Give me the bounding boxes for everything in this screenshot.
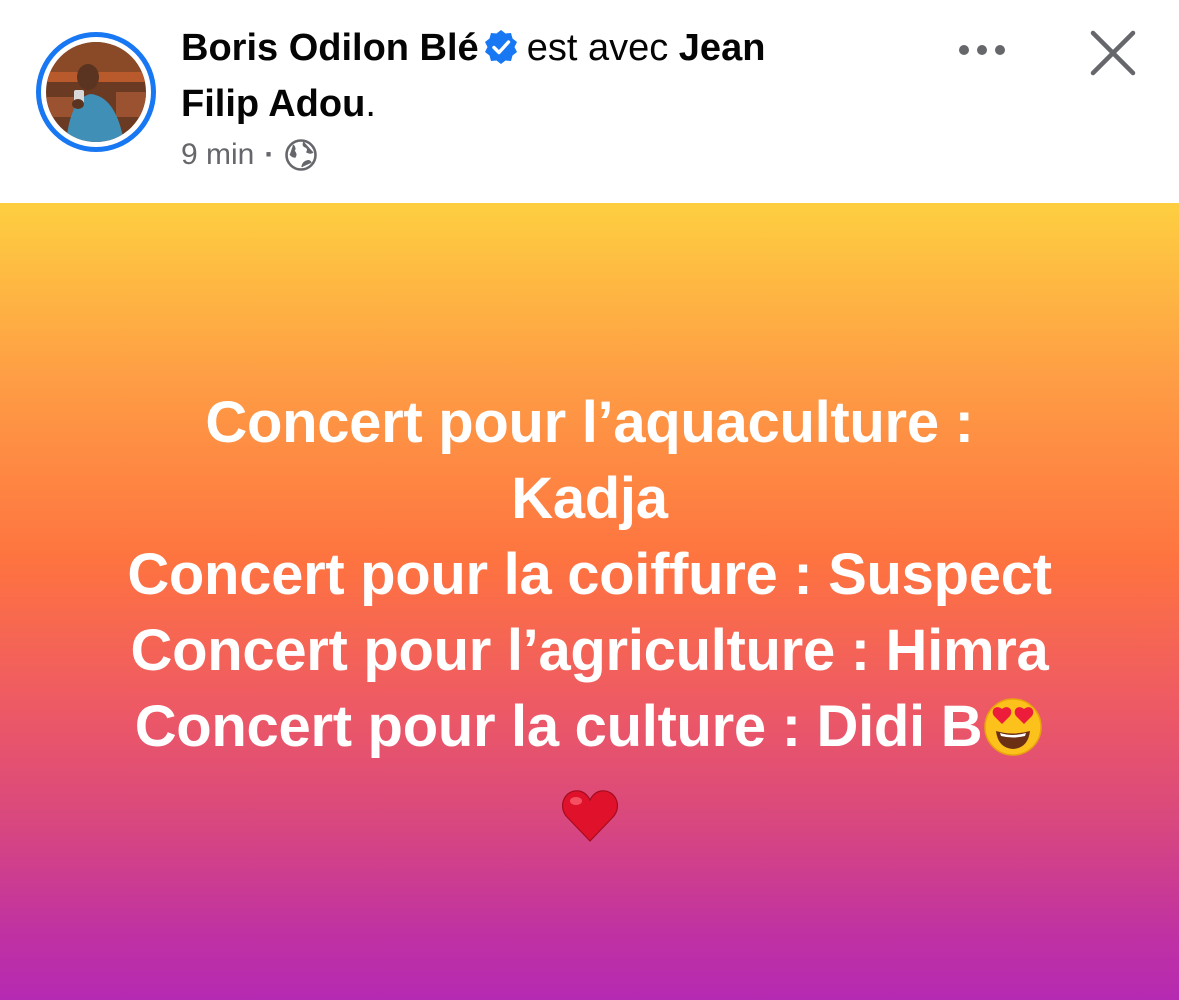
period-text: .	[365, 83, 376, 125]
globe-icon[interactable]	[284, 138, 318, 172]
author-line: Boris Odilon Blé est avec Jean Filip Adou.	[181, 20, 881, 132]
post-background: Concert pour l’aquaculture : Kadja Conce…	[0, 203, 1179, 1000]
facebook-post: Boris Odilon Blé est avec Jean Filip Adou.…	[0, 0, 1179, 1000]
post-line-6	[40, 777, 1139, 865]
tagged-name-part1[interactable]: Jean	[679, 27, 766, 69]
meta-separator: ·	[264, 138, 275, 171]
verified-badge-icon	[483, 25, 519, 64]
close-button[interactable]	[1084, 26, 1142, 84]
author-name[interactable]: Boris Odilon Blé	[181, 27, 479, 69]
red-heart-emoji	[559, 784, 621, 865]
post-line-2: Kadja	[511, 466, 668, 531]
ellipsis-icon	[956, 43, 1008, 62]
timestamp[interactable]: 9 min	[181, 133, 254, 177]
more-options-button[interactable]	[950, 30, 1014, 74]
avatar-photo	[46, 42, 146, 142]
post-header: Boris Odilon Blé est avec Jean Filip Adou.…	[0, 0, 1179, 203]
heart-eyes-emoji	[982, 696, 1044, 777]
author-avatar[interactable]	[36, 32, 156, 152]
post-line-1: Concert pour l’aquaculture :	[205, 390, 974, 455]
post-line-5-wrap: Concert pour la culture : Didi B	[40, 689, 1139, 777]
post-line-5: Concert pour la culture : Didi B	[134, 694, 983, 759]
close-icon	[1089, 29, 1137, 82]
post-line-3: Concert pour la coiffure : Suspect	[127, 542, 1052, 607]
connector-text: est avec	[526, 27, 669, 69]
post-meta: 9 min ·	[181, 133, 318, 177]
tagged-name-part2[interactable]: Filip Adou	[181, 83, 365, 125]
post-line-4: Concert pour l’agriculture : Himra	[130, 618, 1049, 683]
post-text: Concert pour l’aquaculture : Kadja Conce…	[40, 385, 1139, 865]
